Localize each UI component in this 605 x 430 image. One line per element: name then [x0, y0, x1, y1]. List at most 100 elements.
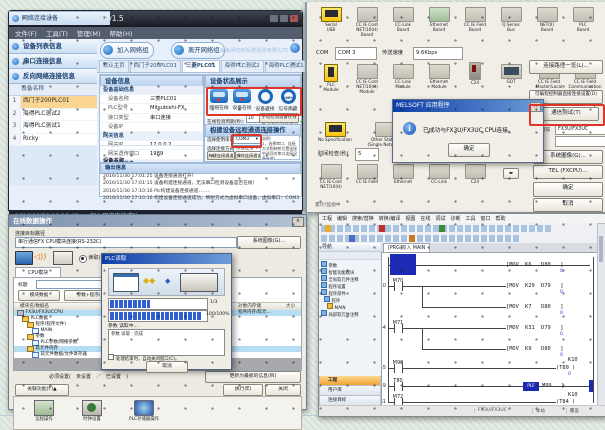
cancel-button[interactable]: 取消 [533, 198, 603, 212]
plc-if-ethernet[interactable]: Ethernet Module [421, 64, 457, 90]
menu-view[interactable]: 视图 [405, 215, 415, 222]
menu-window[interactable]: 窗口 [480, 215, 490, 222]
module-data-button[interactable]: 模块数据 [18, 290, 60, 301]
prop-value[interactable] [150, 123, 203, 131]
minimize-icon[interactable] [270, 15, 278, 22]
timer-coil[interactable]: (T80 ) [556, 365, 575, 371]
toolbar-icon[interactable] [325, 225, 331, 232]
sidebar-group-device-list[interactable]: 设备列表信息 [9, 39, 97, 54]
nav-item[interactable]: 程序 [319, 296, 381, 303]
pc-if-serial-usb[interactable]: Serial USB [313, 7, 349, 33]
progress-cancel-button[interactable]: 取消 [146, 361, 188, 373]
pc-if-cclink[interactable]: CC-Link Board [385, 7, 421, 33]
melsoft-ok-button[interactable]: 确定 [448, 143, 490, 157]
join-network-button[interactable]: 加入网络组 [100, 42, 154, 59]
menu-diagnostics[interactable]: 诊断 [450, 215, 460, 222]
device-row[interactable]: 4 Ricky [9, 134, 97, 147]
time-check-value[interactable]: 5 [355, 148, 379, 161]
menu-find[interactable]: 搜索/替换 [352, 215, 374, 222]
nav-tab-project[interactable]: 工程 [319, 376, 381, 386]
plc-if-c24[interactable]: C24 [457, 62, 493, 86]
contact[interactable] [394, 364, 403, 373]
pc-if-net2[interactable]: NET(II) Board [529, 7, 565, 33]
sidebar-group-serial[interactable]: 串口连接信息 [9, 54, 97, 69]
remove-channel-button[interactable]: 拆除连接通道 [235, 151, 263, 160]
menu-help[interactable]: 帮助(H) [110, 28, 133, 38]
nav-item[interactable]: 参数 [319, 261, 381, 268]
device-row[interactable]: 3 海得PLC测试1 [9, 121, 97, 134]
prop-group[interactable]: 网关信息 [100, 132, 145, 140]
tab-test2[interactable]: 海得PLC测试2 [221, 60, 264, 72]
route-ethernet[interactable]: Ethernet [385, 164, 421, 185]
sidebar-group-reverse-net[interactable]: 反向网络连接信息 [9, 69, 97, 84]
ladder-instruction[interactable]: [MOV K9 D80 ] [506, 346, 563, 352]
ladder-instruction[interactable]: [MOV K31 D79 ] [506, 325, 563, 331]
com-port-select[interactable]: COM3▾ [233, 136, 261, 144]
ok-button[interactable]: 确定 [533, 182, 603, 197]
pc-if-ethernet[interactable]: Ethernet Board [421, 7, 457, 33]
menu-tools[interactable]: 工具(T) [46, 28, 68, 38]
menu-online[interactable]: 在线 [420, 215, 430, 222]
plc-memory-operation-item[interactable]: PLC存储器操作 [120, 400, 168, 422]
nav-item[interactable]: MAIN [319, 303, 381, 310]
prop-value[interactable]: Mitsubishi-FX [150, 104, 203, 112]
melsoft-titlebar[interactable]: MELSOFT 应用程序× [393, 100, 543, 112]
execute-button[interactable]: 执行(E) [223, 384, 263, 396]
toolbar-icon[interactable] [349, 235, 355, 242]
pc-if-ccie-field[interactable]: CC IE Field Board [457, 7, 493, 33]
nav-item[interactable]: 智能功能模块 [319, 268, 381, 275]
plc-if-cclink[interactable]: CC-Link Module [385, 64, 421, 90]
pc-if-plc-board[interactable]: PLC Board [565, 7, 601, 33]
nav-tab-user-library[interactable]: 用户库 [319, 386, 381, 396]
ladder-instruction[interactable]: [MOV K7 D80 ] [506, 304, 563, 310]
refresh-info-button[interactable]: 更新为最新的信息(W) [205, 371, 301, 383]
route-c24[interactable]: C24 [457, 164, 493, 185]
close-icon[interactable]: × [530, 102, 541, 112]
toolbar-icon[interactable] [409, 235, 415, 242]
related-functions-button[interactable]: 关联功能(F)▲ [15, 384, 69, 396]
clock-setting-item[interactable]: 时钟设置 [72, 400, 112, 422]
pls-instruction-chip[interactable]: PLF [523, 382, 539, 391]
prop-value[interactable]: 三菱PLC01 [150, 95, 203, 103]
prop-group[interactable]: 设备基础信息 [100, 86, 145, 94]
tab-test1[interactable]: 海得PLC测试1 [265, 60, 308, 72]
ladder-canvas[interactable]: [MOV K6 D80 ] 0 10 M70 [MOV K29 D79 ] 0 … [381, 252, 599, 406]
nav-item[interactable]: 程序部件 [319, 289, 381, 296]
pc-if-ccie-cont[interactable]: CC IE Cont NET/10(H) Board [349, 7, 385, 37]
route-ccie-cont[interactable]: CC IE Cont NET/10(H) [313, 164, 349, 190]
menu-tools[interactable]: 工具 [465, 215, 475, 222]
progress-log[interactable]: 参数 读取 : 完成 [108, 329, 225, 356]
tel-button[interactable]: TEL (FXCPU)... [533, 165, 603, 179]
station-no-specification[interactable]: No Specification [313, 122, 357, 143]
auto-close-checkbox[interactable] [108, 354, 114, 360]
nav-item[interactable]: 局部软元件注释 [319, 310, 381, 317]
contact[interactable] [394, 324, 403, 333]
route-scroll-buttons[interactable]: ◂▸ [503, 168, 519, 179]
device-row[interactable]: 1 西门子200PLC01 [9, 96, 97, 109]
scrollbar-thumb[interactable] [599, 236, 603, 262]
tab-mitsubishi[interactable]: 三菱PLC01 [182, 60, 220, 72]
output-log[interactable]: 2016/11/30 17:01:25 设备连接通道打开！ 2016/11/30… [100, 172, 301, 203]
prop-value[interactable]: 串口连接 [150, 114, 203, 122]
toolbar-icons[interactable] [321, 225, 551, 232]
pc-if-qbus[interactable]: Q Series Bus [493, 7, 529, 33]
ladder-instruction[interactable]: [MOV K29 D79 ] [506, 283, 563, 289]
remote-operation-item[interactable]: 远程操作 [24, 400, 64, 422]
cycle-input[interactable]: 10 [246, 115, 260, 123]
edit-cursor[interactable] [390, 254, 416, 275]
system-image-button[interactable]: 系统图像(G)... [237, 236, 301, 249]
close-icon[interactable] [290, 15, 298, 22]
close-button[interactable]: 关闭 [265, 384, 301, 396]
nav-item[interactable]: 程序设置 [319, 282, 381, 289]
menu-convert[interactable]: 转换/编译 [379, 215, 401, 222]
menu-file[interactable]: 文件(F) [15, 28, 37, 38]
connection-list-button[interactable]: 连接路径一览(L)... [529, 60, 603, 74]
contact[interactable] [394, 282, 403, 291]
ladder-instruction[interactable]: [MOV K6 D80 ] [506, 262, 563, 268]
menu-edit[interactable]: 编辑 [337, 215, 347, 222]
plc-if-ccie-cont[interactable]: CC IE Cont NET/10(H) Module [349, 64, 385, 94]
route-ccie-field[interactable]: CC IE Field [349, 164, 385, 185]
close-icon[interactable]: × [292, 217, 304, 227]
tab-siemens[interactable]: 西门子200PLC01 [130, 60, 181, 72]
menu-project[interactable]: 工程 [322, 215, 332, 222]
